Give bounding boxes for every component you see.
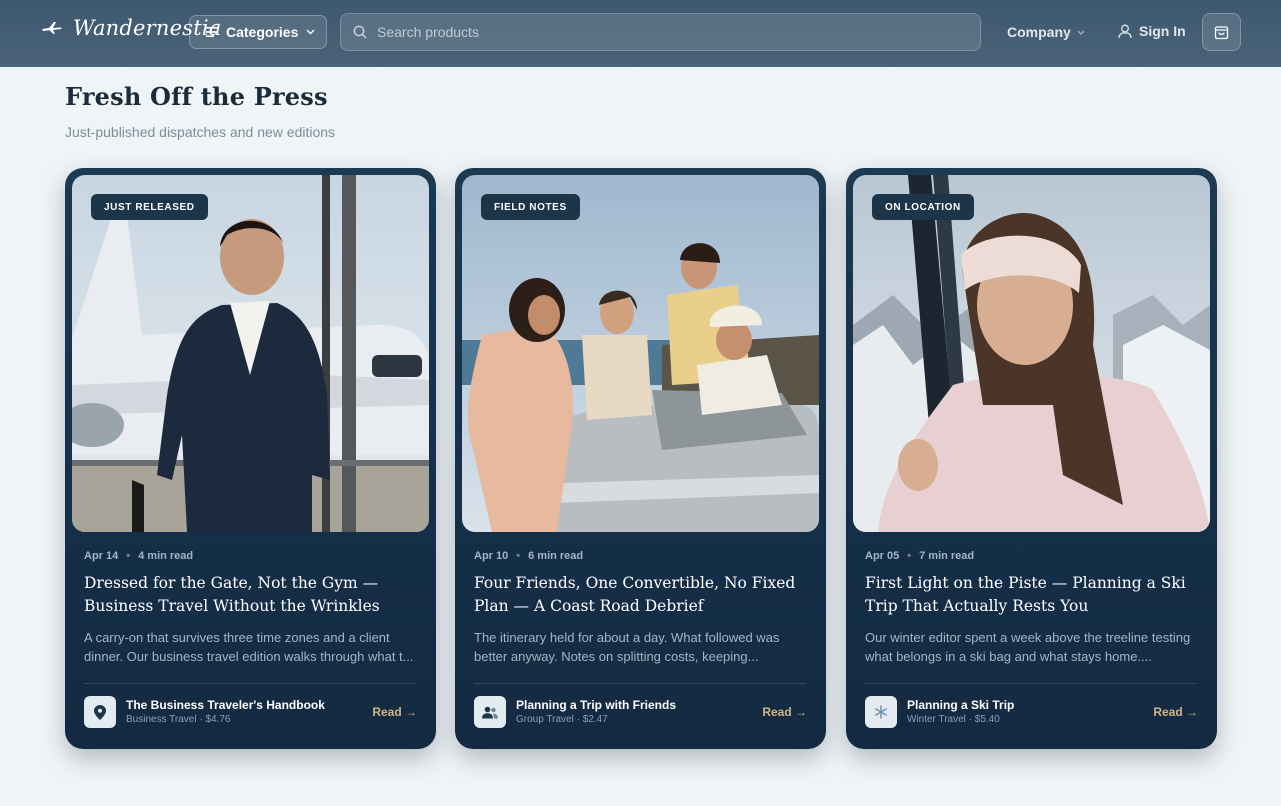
- categories-button[interactable]: Categories: [189, 15, 327, 49]
- category-badge: ON LOCATION: [872, 194, 974, 220]
- category-badge: FIELD NOTES: [481, 194, 580, 220]
- article-meta: Apr 14 • 4 min read: [84, 550, 193, 562]
- article-excerpt: A carry-on that survives three time zone…: [84, 630, 414, 664]
- article-title[interactable]: First Light on the Piste — Planning a Sk…: [865, 572, 1200, 618]
- read-time: 7 min read: [919, 550, 975, 562]
- article-card[interactable]: ON LOCATION Apr 05 • 7 min read First Li…: [846, 168, 1217, 749]
- snowflake-icon: [875, 705, 887, 719]
- top-navigation-bar: Wandernestia Categories Company Sign In: [0, 0, 1281, 67]
- product-meta: Group Travel · $2.47: [516, 714, 608, 725]
- cart-button[interactable]: [1202, 13, 1241, 51]
- search-input[interactable]: [377, 24, 937, 40]
- categories-label: Categories: [226, 24, 299, 40]
- article-date: Apr 05: [865, 550, 900, 562]
- company-menu[interactable]: Company: [1007, 24, 1085, 40]
- company-label: Company: [1007, 24, 1071, 40]
- location-pin-icon: [94, 704, 106, 720]
- read-time: 4 min read: [138, 550, 194, 562]
- section-title: Fresh Off the Press: [65, 82, 328, 111]
- airplane-icon: [42, 22, 62, 34]
- article-date: Apr 14: [84, 550, 119, 562]
- product-meta: Winter Travel · $5.40: [907, 714, 1000, 725]
- article-image[interactable]: ON LOCATION: [853, 175, 1210, 532]
- article-date: Apr 10: [474, 550, 509, 562]
- read-link[interactable]: Read →: [372, 705, 417, 719]
- article-excerpt: The itinerary held for about a day. What…: [474, 630, 780, 664]
- article-card[interactable]: FIELD NOTES Apr 10 • 6 min read Four Fri…: [455, 168, 826, 749]
- product-name: Planning a Ski Trip: [907, 698, 1015, 712]
- article-title[interactable]: Four Friends, One Convertible, No Fixed …: [474, 572, 809, 618]
- search-bar: [340, 13, 981, 51]
- separator-dot: •: [907, 550, 912, 562]
- card-divider: [84, 683, 416, 684]
- chevron-down-icon: [1077, 30, 1085, 35]
- friends-convertible-photo: [462, 175, 819, 532]
- separator-dot: •: [126, 550, 131, 562]
- product-name: The Business Traveler's Handbook: [126, 698, 325, 712]
- chevron-down-icon: [306, 29, 315, 35]
- skier-woman-photo: [853, 175, 1210, 532]
- section-subtitle: Just-published dispatches and new editio…: [65, 124, 336, 140]
- businessman-airport-photo: [72, 175, 429, 532]
- card-divider: [865, 683, 1197, 684]
- card-divider: [474, 683, 806, 684]
- article-meta: Apr 10 • 6 min read: [474, 550, 583, 562]
- users-icon: [482, 706, 498, 718]
- read-link[interactable]: Read →: [1153, 705, 1198, 719]
- separator-dot: •: [516, 550, 521, 562]
- sign-in-label: Sign In: [1139, 23, 1186, 39]
- shopping-bag-icon: [1214, 26, 1229, 40]
- search-icon: [353, 25, 367, 39]
- product-name: Planning a Trip with Friends: [516, 698, 677, 712]
- product-thumbnail: [865, 696, 897, 728]
- read-time: 6 min read: [528, 550, 584, 562]
- product-thumbnail: [474, 696, 506, 728]
- product-thumbnail: [84, 696, 116, 728]
- user-icon: [1118, 24, 1132, 38]
- article-card[interactable]: JUST RELEASED Apr 14 • 4 min read Dresse…: [65, 168, 436, 749]
- category-badge: JUST RELEASED: [91, 194, 208, 220]
- sign-in-link[interactable]: Sign In: [1118, 23, 1186, 39]
- read-link[interactable]: Read →: [762, 705, 807, 719]
- menu-icon: [206, 27, 218, 37]
- article-image[interactable]: JUST RELEASED: [72, 175, 429, 532]
- article-meta: Apr 05 • 7 min read: [865, 550, 974, 562]
- article-image[interactable]: FIELD NOTES: [462, 175, 819, 532]
- article-excerpt: Our winter editor spent a week above the…: [865, 630, 1191, 664]
- article-title[interactable]: Dressed for the Gate, Not the Gym — Busi…: [84, 572, 419, 618]
- product-meta: Business Travel · $4.76: [126, 714, 231, 725]
